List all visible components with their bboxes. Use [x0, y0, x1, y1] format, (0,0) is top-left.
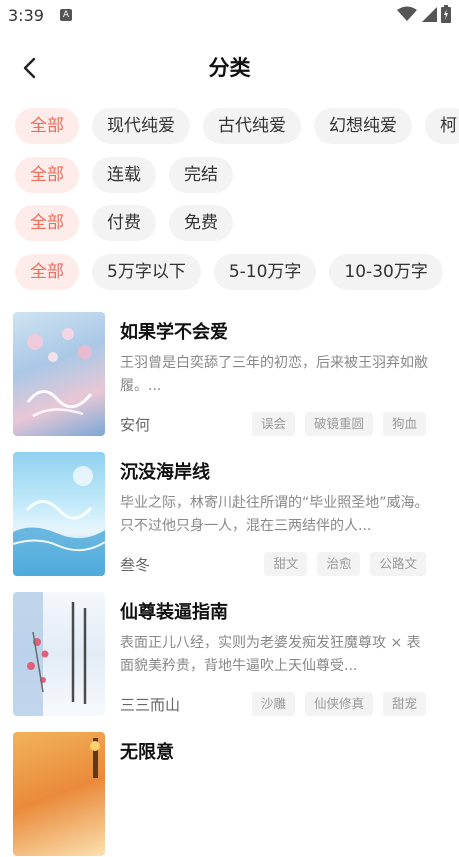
book-tag[interactable]: 破镜重圆	[304, 412, 373, 436]
signal-icon	[422, 7, 437, 22]
book-tag[interactable]: 沙雕	[251, 692, 295, 716]
book-description: 毕业之际，林寄川赴往所谓的“毕业照圣地”威海。只不过他只身一人，混在三两结伴的人…	[120, 495, 429, 534]
wifi-icon	[397, 6, 417, 21]
book-cover[interactable]	[13, 452, 105, 576]
filter-row-genre: 全部 现代纯爱 古代纯爱 幻想纯爱 柯	[15, 108, 459, 144]
filter-row-length: 全部 5万字以下 5-10万字 10-30万字	[15, 254, 443, 290]
chip-genre-ancient[interactable]: 古代纯爱	[203, 108, 301, 144]
cover-art-icon	[13, 466, 105, 576]
book-tag[interactable]: 甜宠	[382, 692, 426, 716]
status-bar: 3:39 A	[0, 0, 459, 32]
status-time: 3:39	[8, 6, 44, 25]
book-author: 三三而山	[120, 696, 181, 714]
chip-price-paid[interactable]: 付费	[92, 205, 156, 241]
book-tag[interactable]: 仙侠修真	[304, 692, 373, 716]
book-item[interactable]: 如果学不会爱 王羽曾是白奕舔了三年的初恋，后来被王羽弃如敝履。... 安何 误会…	[13, 312, 453, 437]
book-tag[interactable]: 治愈	[317, 552, 361, 576]
book-author: 叁冬	[120, 556, 151, 574]
book-item[interactable]: 无限意	[13, 732, 453, 857]
chip-genre-modern[interactable]: 现代纯爱	[92, 108, 190, 144]
book-tag[interactable]: 甜文	[264, 552, 308, 576]
page-title: 分类	[208, 56, 251, 80]
cover-art-icon	[90, 738, 100, 778]
chip-genre-all[interactable]: 全部	[15, 108, 79, 144]
notification-icon: A	[60, 9, 72, 21]
book-cover[interactable]	[13, 592, 105, 716]
chip-status-all[interactable]: 全部	[15, 157, 79, 193]
status-icons	[397, 5, 451, 23]
chip-length-under50k[interactable]: 5万字以下	[92, 254, 201, 290]
filter-row-price: 全部 付费 免费	[15, 205, 233, 241]
book-title: 如果学不会爱	[120, 322, 228, 343]
chip-price-all[interactable]: 全部	[15, 205, 79, 241]
book-cover[interactable]	[13, 312, 105, 436]
cover-art-icon	[13, 592, 87, 716]
book-tag[interactable]: 误会	[251, 412, 295, 436]
chip-status-complete[interactable]: 完结	[169, 157, 233, 193]
chip-status-serial[interactable]: 连载	[92, 157, 156, 193]
book-description: 表面正儿八经，实则为老婆发痴发狂魔尊攻 × 表面貌美矜贵，背地牛逼吹上天仙尊受.…	[120, 635, 421, 674]
chip-genre-more[interactable]: 柯	[425, 108, 459, 144]
book-tag[interactable]: 公路文	[370, 552, 426, 576]
book-tags: 甜文 治愈 公路文	[264, 552, 426, 576]
book-tags: 误会 破镜重圆 狗血	[251, 412, 426, 436]
chip-length-all[interactable]: 全部	[15, 254, 79, 290]
book-tags: 沙雕 仙侠修真 甜宠	[251, 692, 426, 716]
book-item[interactable]: 沉没海岸线 毕业之际，林寄川赴往所谓的“毕业照圣地”威海。只不过他只身一人，混在…	[13, 452, 453, 577]
book-title: 无限意	[120, 742, 174, 763]
chip-length-100-300k[interactable]: 10-30万字	[329, 254, 443, 290]
book-title: 沉没海岸线	[120, 462, 210, 483]
filter-row-status: 全部 连载 完结	[15, 157, 233, 193]
chip-length-50-100k[interactable]: 5-10万字	[213, 254, 317, 290]
header: 分类	[0, 40, 459, 94]
book-cover[interactable]	[13, 732, 105, 856]
book-author: 安何	[120, 416, 151, 434]
cover-art-icon	[26, 328, 93, 418]
chip-genre-fantasy[interactable]: 幻想纯爱	[314, 108, 412, 144]
chip-price-free[interactable]: 免费	[169, 205, 233, 241]
book-description: 王羽曾是白奕舔了三年的初恋，后来被王羽弃如敝履。...	[120, 355, 428, 394]
book-item[interactable]: 仙尊装逼指南 表面正儿八经，实则为老婆发痴发狂魔尊攻 × 表面貌美矜贵，背地牛逼…	[13, 592, 453, 717]
battery-icon	[441, 5, 451, 23]
book-tag[interactable]: 狗血	[382, 412, 426, 436]
book-title: 仙尊装逼指南	[120, 602, 228, 623]
